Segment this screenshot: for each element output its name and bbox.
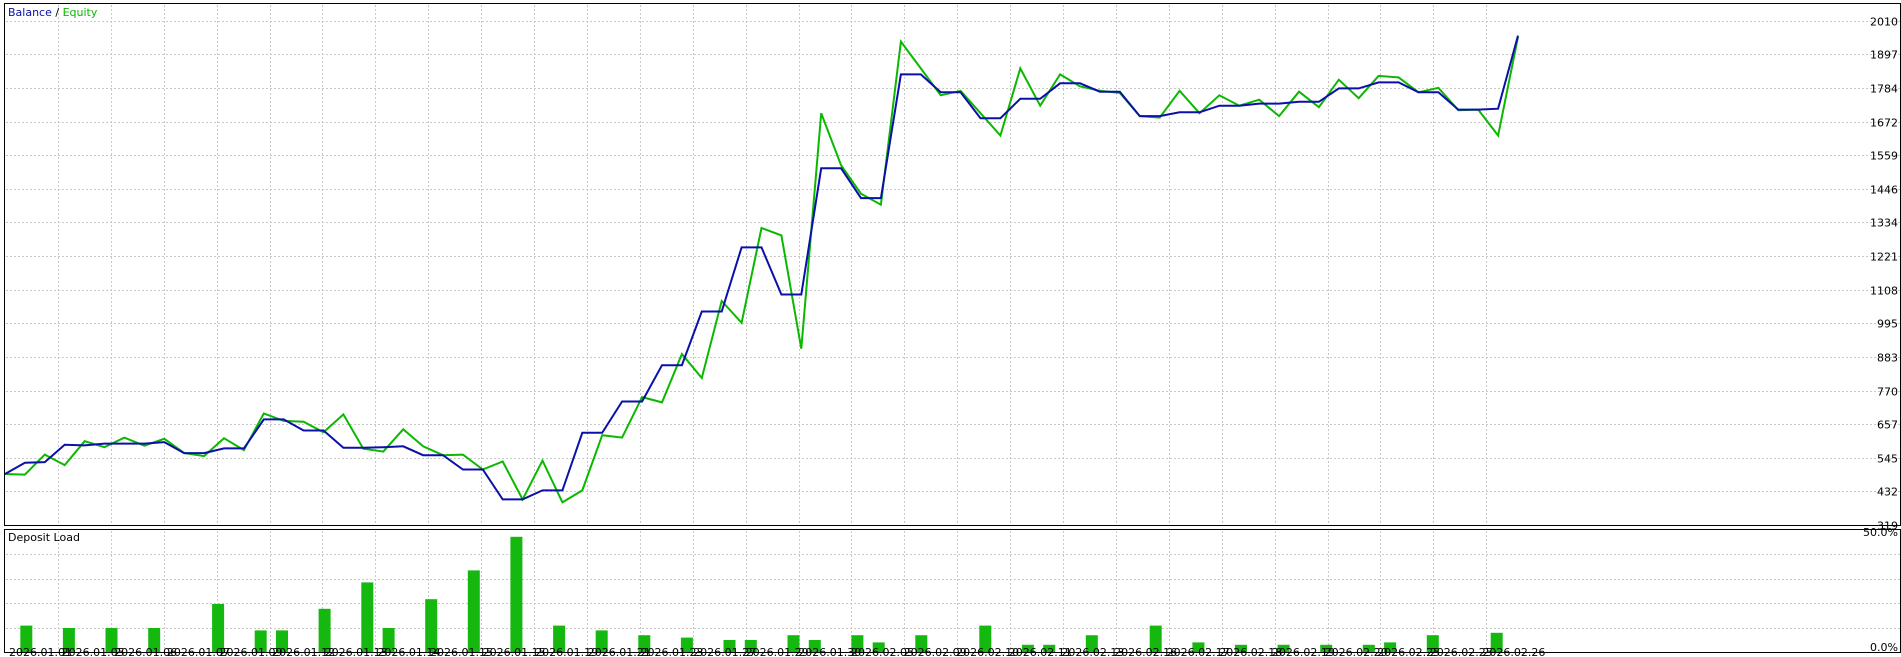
y-tick-label: 883	[1877, 352, 1898, 365]
legend-separator: /	[52, 6, 63, 19]
y-tick-label: 657	[1877, 419, 1898, 432]
legend-equity-label: Equity	[63, 6, 98, 19]
y-tick-label: 1221	[1870, 251, 1898, 264]
subchart-frame	[4, 529, 1901, 653]
y-tick-label: 2010	[1870, 16, 1898, 29]
chart-legend: Balance / Equity	[8, 6, 98, 19]
y-tick-label: 1108	[1870, 285, 1898, 298]
y-tick-label: 545	[1877, 453, 1898, 466]
y-tick-label: 1672	[1870, 117, 1898, 130]
y-tick-label: 1897	[1870, 49, 1898, 62]
deposit-load-bar	[510, 536, 523, 652]
deposit-load-bar	[425, 599, 438, 652]
y-tick-label: 1559	[1870, 150, 1898, 163]
chart-svg: 3194325456577708839951108122113341446155…	[4, 3, 1901, 657]
deposit-load-bar	[212, 604, 225, 652]
y-tick-label: 1334	[1870, 217, 1898, 230]
x-tick-label: 2026.02.26	[1482, 646, 1545, 657]
y-tick-label: 995	[1877, 318, 1898, 331]
y-tick-label: 1784	[1870, 83, 1898, 96]
y-tick-label: 1446	[1870, 184, 1898, 197]
deposit-load-bar	[361, 582, 374, 652]
sub-y-tick-label: 50.0%	[1863, 526, 1898, 539]
sub-y-tick-label: 0.0%	[1870, 641, 1898, 654]
y-tick-label: 770	[1877, 386, 1898, 399]
deposit-load-title: Deposit Load	[8, 531, 80, 544]
main-chart-frame	[4, 3, 1901, 526]
x-axis-dates: 2026.01.012026.01.052026.01.062026.01.07…	[9, 646, 1545, 657]
legend-balance-label: Balance	[8, 6, 52, 19]
deposit-load-bar	[467, 570, 480, 652]
y-tick-label: 432	[1877, 486, 1898, 499]
strategy-tester-graph: 319 432 545 657 770 883 995 1108 1221 1334 1446 155…	[0, 0, 1901, 657]
